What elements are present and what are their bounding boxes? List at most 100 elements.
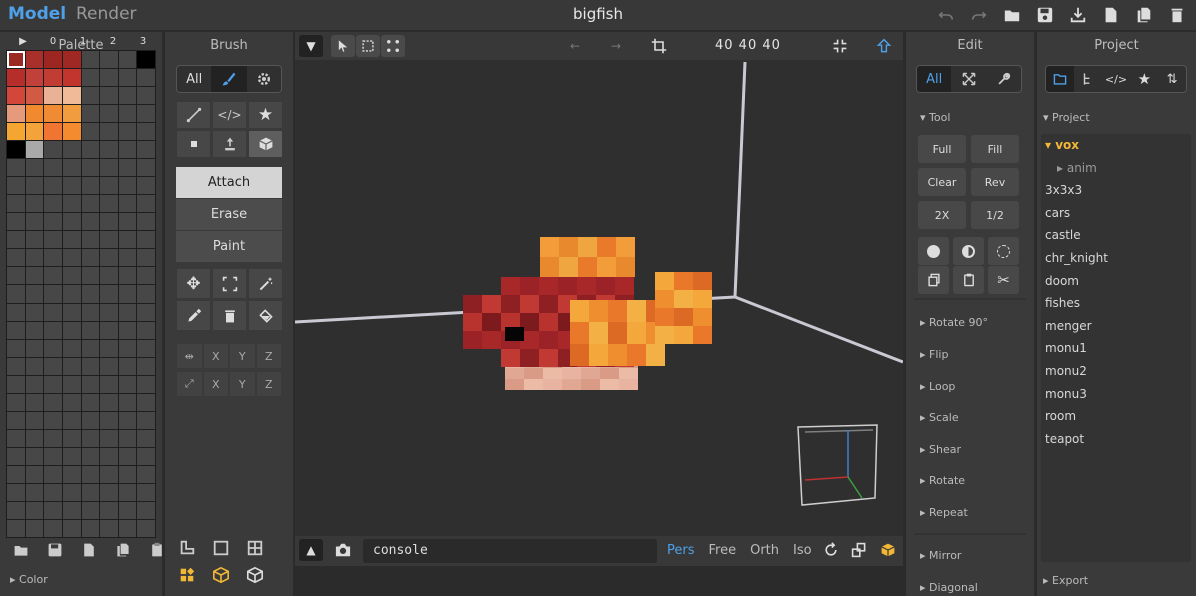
palette-swatch[interactable]	[81, 249, 100, 267]
palette-swatch[interactable]	[81, 519, 100, 537]
palette-swatch[interactable]	[100, 123, 118, 141]
palette-swatch[interactable]	[25, 411, 44, 429]
palette-swatch[interactable]	[25, 105, 44, 123]
palette-swatch[interactable]	[118, 213, 137, 231]
palette-swatch[interactable]	[7, 393, 25, 411]
palette-swatch[interactable]	[44, 159, 62, 177]
palette-swatch[interactable]	[137, 519, 155, 537]
edit-section-3[interactable]: ▸ Scale	[920, 411, 959, 424]
palette-swatch[interactable]	[62, 375, 81, 393]
magic-wand-icon[interactable]	[248, 268, 283, 299]
palette-copy-icon[interactable]	[112, 540, 134, 560]
palette-swatch[interactable]	[62, 51, 81, 69]
corner-icon[interactable]	[176, 538, 198, 558]
palette-swatch[interactable]	[118, 69, 137, 87]
undo-icon[interactable]	[935, 5, 957, 25]
palette-swatch[interactable]	[118, 249, 137, 267]
palette-swatch[interactable]	[81, 141, 100, 159]
palette-swatch[interactable]	[81, 177, 100, 195]
palette-swatch[interactable]	[81, 123, 100, 141]
palette-swatch[interactable]	[100, 375, 118, 393]
palette-swatch[interactable]	[62, 321, 81, 339]
palette-swatch[interactable]	[137, 159, 155, 177]
reset-view-icon[interactable]	[819, 539, 843, 561]
tree-file[interactable]: chr_knight	[1041, 247, 1191, 270]
palette-swatch[interactable]	[81, 339, 100, 357]
palette-swatch[interactable]	[62, 303, 81, 321]
palette-swatch[interactable]	[100, 69, 118, 87]
palette-swatch[interactable]	[44, 51, 62, 69]
color-section-toggle[interactable]: ▸ Color	[10, 573, 48, 586]
palette-swatch[interactable]	[137, 501, 155, 519]
arrow-left-icon[interactable]: ←	[563, 35, 587, 57]
palette-swatch[interactable]	[7, 357, 25, 375]
mirror-axis-icon[interactable]: ⇹	[176, 343, 203, 369]
palette-swatch[interactable]	[81, 303, 100, 321]
palette-swatch[interactable]	[81, 447, 100, 465]
palette-swatch[interactable]	[100, 429, 118, 447]
palette-swatch[interactable]	[100, 393, 118, 411]
palette-swatch[interactable]	[62, 231, 81, 249]
palette-swatch[interactable]	[62, 69, 81, 87]
palette-swatch[interactable]	[25, 393, 44, 411]
palette-swatch[interactable]	[62, 483, 81, 501]
edit-section-2[interactable]: ▸ Loop	[920, 380, 955, 393]
trash-icon[interactable]	[212, 300, 247, 331]
palette-swatch[interactable]	[44, 141, 62, 159]
save-icon[interactable]	[1034, 5, 1056, 25]
palette-swatch[interactable]	[44, 519, 62, 537]
palette-swatch[interactable]	[62, 519, 81, 537]
palette-swatch[interactable]	[81, 213, 100, 231]
star-tool-icon[interactable]: ★	[248, 101, 283, 129]
edit-section-0[interactable]: ▸ Rotate 90°	[920, 316, 988, 329]
palette-swatch[interactable]	[137, 393, 155, 411]
palette-swatch[interactable]	[137, 447, 155, 465]
palette-swatch[interactable]	[118, 465, 137, 483]
move-icon[interactable]: ✥	[176, 268, 211, 299]
palette-swatch[interactable]	[44, 195, 62, 213]
palette-swatch[interactable]	[44, 213, 62, 231]
voxel-tool-icon[interactable]	[176, 130, 211, 158]
palette-swatch[interactable]	[25, 195, 44, 213]
palette-swatch[interactable]	[118, 411, 137, 429]
palette-swatch[interactable]	[44, 69, 62, 87]
palette-swatch[interactable]	[44, 411, 62, 429]
tool-2x-button[interactable]: 2X	[918, 201, 966, 229]
paste-icon[interactable]	[953, 266, 984, 294]
palette-swatch[interactable]	[25, 267, 44, 285]
expand-axis-icon[interactable]: ⤢	[176, 371, 203, 397]
camera-icon[interactable]	[331, 539, 355, 561]
palette-swatch[interactable]	[62, 213, 81, 231]
palette-swatch[interactable]	[118, 285, 137, 303]
tree-file[interactable]: cars	[1041, 202, 1191, 225]
crop-icon[interactable]	[647, 35, 671, 57]
tree-folder-anim[interactable]: ▸ anim	[1041, 157, 1191, 180]
palette-swatch[interactable]	[118, 267, 137, 285]
palette-swatch[interactable]	[44, 339, 62, 357]
edit-section-6[interactable]: ▸ Repeat	[920, 506, 968, 519]
mode-erase-button[interactable]: Erase	[176, 199, 282, 231]
palette-swatch[interactable]	[100, 105, 118, 123]
palette-swatch[interactable]	[137, 51, 155, 69]
palette-swatch[interactable]	[137, 213, 155, 231]
palette-swatch[interactable]	[137, 87, 155, 105]
palette-swatch[interactable]	[100, 501, 118, 519]
palette-swatch[interactable]	[44, 375, 62, 393]
palette-swatch[interactable]	[25, 501, 44, 519]
palette-swatch[interactable]	[7, 285, 25, 303]
circle-dashed-icon[interactable]	[988, 237, 1019, 265]
palette-swatch[interactable]	[25, 519, 44, 537]
palette-swatch[interactable]	[7, 411, 25, 429]
palette-swatch[interactable]	[81, 51, 100, 69]
palette-swatch[interactable]	[7, 339, 25, 357]
palette-swatch[interactable]	[25, 465, 44, 483]
palette-swatch[interactable]	[7, 51, 25, 69]
mirror-z-button[interactable]: Z	[255, 343, 282, 369]
palette-swatch[interactable]	[100, 465, 118, 483]
palette-swatch[interactable]	[44, 429, 62, 447]
palette-swatch[interactable]	[118, 447, 137, 465]
tree-file[interactable]: menger	[1041, 315, 1191, 338]
palette-swatch[interactable]	[137, 429, 155, 447]
palette-swatch[interactable]	[81, 501, 100, 519]
palette-swatch[interactable]	[44, 87, 62, 105]
